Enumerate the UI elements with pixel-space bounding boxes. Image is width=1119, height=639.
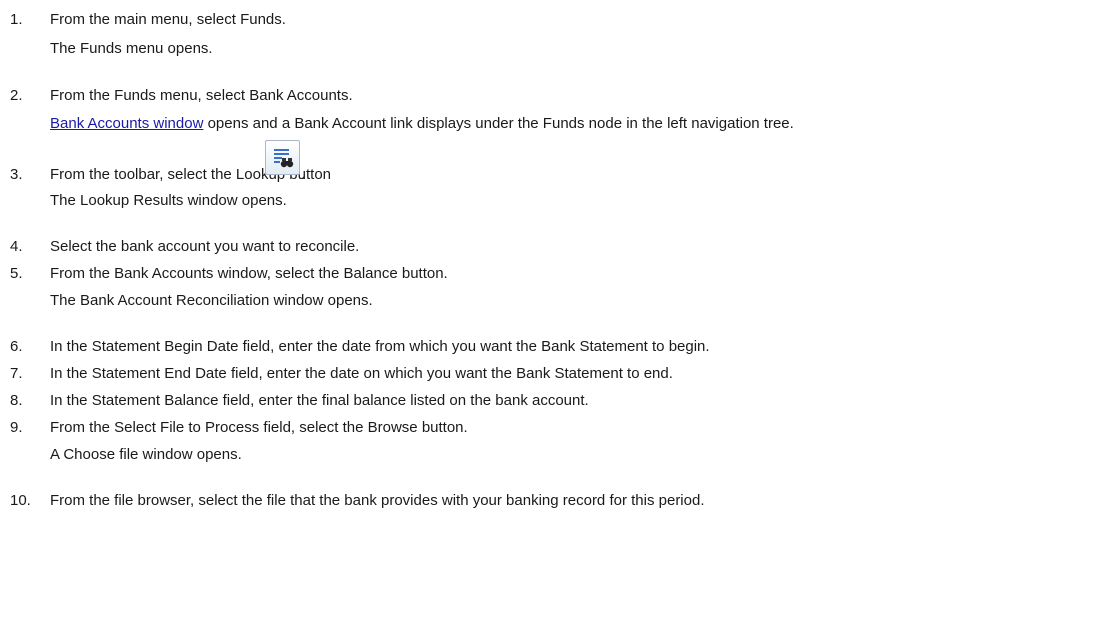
lookup-binoculars-icon (273, 148, 293, 167)
step-instruction: From the Select File to Process field, s… (50, 419, 468, 436)
step-number: 5. (10, 265, 23, 282)
bank-accounts-window-link[interactable]: Bank Accounts window (50, 115, 203, 132)
step-instruction: In the Statement Begin Date field, enter… (50, 338, 710, 355)
step-number: 2. (10, 87, 23, 104)
step-number: 4. (10, 238, 23, 255)
step-2-result: Bank Accounts window opens and a Bank Ac… (50, 114, 1118, 134)
step-number: 3. (10, 166, 23, 183)
step-number: 6. (10, 338, 23, 355)
step-5-result: The Bank Account Reconciliation window o… (50, 292, 373, 309)
step-instruction: From the Funds menu, select Bank Account… (50, 87, 353, 104)
step-3-result: The Lookup Results window opens. (50, 192, 287, 209)
step-2-result-text: opens and a Bank Account link displays u… (203, 115, 794, 132)
step-number: 10. (10, 492, 31, 509)
step-9-result: A Choose file window opens. (50, 446, 242, 463)
step-instruction: From the file browser, select the file t… (50, 492, 705, 509)
lookup-button[interactable] (265, 140, 300, 175)
step-number: 1. (10, 11, 23, 28)
step-instruction: In the Statement Balance field, enter th… (50, 392, 589, 409)
step-1-result: The Funds menu opens. (50, 40, 213, 57)
step-instruction: From the Bank Accounts window, select th… (50, 265, 448, 282)
step-3-period: . (301, 166, 306, 183)
step-number: 8. (10, 392, 23, 409)
step-instruction: In the Statement End Date field, enter t… (50, 365, 673, 382)
step-number: 7. (10, 365, 23, 382)
step-instruction: Select the bank account you want to reco… (50, 238, 360, 255)
step-number: 9. (10, 419, 23, 436)
step-instruction: From the main menu, select Funds. (50, 11, 286, 28)
